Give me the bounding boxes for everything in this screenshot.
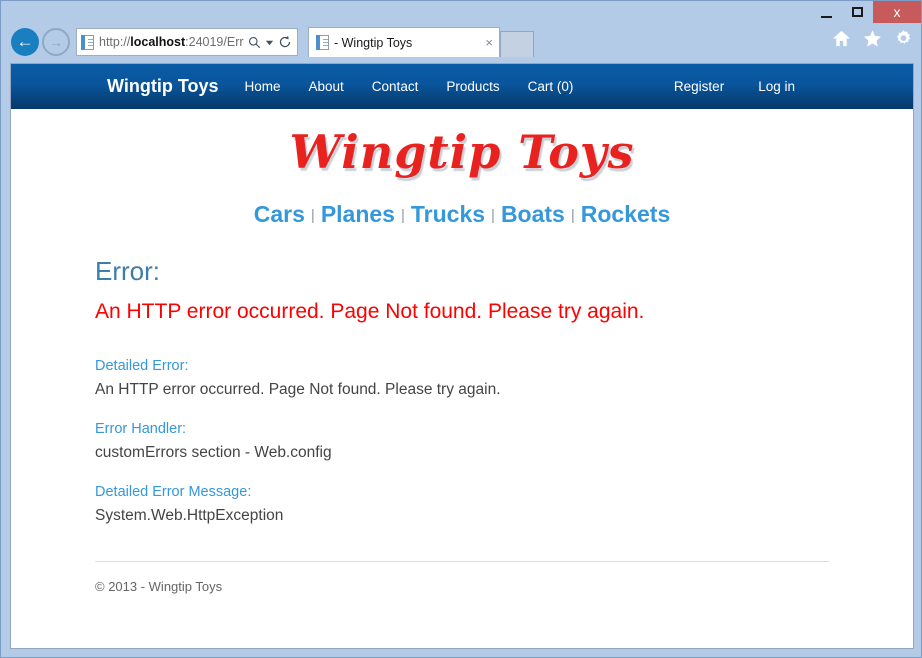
nav-link-register[interactable]: Register: [674, 79, 724, 94]
minimize-button[interactable]: [811, 1, 842, 23]
category-separator: |: [488, 207, 498, 224]
detail-value: An HTTP error occurred. Page Not found. …: [95, 381, 829, 399]
maximize-icon: [852, 7, 863, 17]
category-link-trucks[interactable]: Trucks: [408, 201, 488, 227]
nav-link-about[interactable]: About: [309, 79, 344, 94]
settings-gear-icon[interactable]: [894, 29, 913, 48]
tab-close-icon[interactable]: ×: [481, 35, 493, 50]
url-text: http://localhost:24019/Err: [99, 35, 246, 49]
site-nav-right: Register Log in: [640, 79, 795, 94]
site-brand[interactable]: Wingtip Toys: [107, 76, 219, 97]
page-document-icon: [81, 35, 94, 50]
site-logo: Wingtip Toys: [11, 125, 913, 179]
refresh-icon[interactable]: [276, 35, 294, 49]
footer-divider: [95, 561, 829, 562]
nav-link-products[interactable]: Products: [446, 79, 499, 94]
browser-window: x ← → http://localhost:24019/Err: [0, 0, 922, 658]
category-separator: |: [308, 207, 318, 224]
detail-value: System.Web.HttpException: [95, 507, 829, 525]
category-link-planes[interactable]: Planes: [318, 201, 398, 227]
browser-toolbar-icons: [832, 29, 913, 48]
tab-wingtip-toys[interactable]: - Wingtip Toys ×: [308, 27, 500, 57]
title-bar: x: [1, 1, 921, 23]
tab-strip: - Wingtip Toys ×: [308, 27, 921, 57]
forward-button[interactable]: →: [42, 28, 70, 56]
favorites-star-icon[interactable]: [863, 29, 882, 48]
close-window-button[interactable]: x: [873, 1, 921, 23]
chevron-down-icon[interactable]: [263, 38, 276, 47]
browser-toolbar: ← → http://localhost:24019/Err: [1, 23, 921, 61]
page-content: Wingtip Toys Cars | Planes | Trucks | Bo…: [11, 125, 913, 594]
detail-label: Error Handler:: [95, 421, 829, 437]
close-icon: x: [894, 5, 901, 19]
nav-link-contact[interactable]: Contact: [372, 79, 419, 94]
category-separator: |: [568, 207, 578, 224]
error-message: An HTTP error occurred. Page Not found. …: [95, 300, 829, 324]
detail-block-detailed-error-message: Detailed Error Message: System.Web.HttpE…: [95, 484, 829, 525]
error-heading: Error:: [95, 256, 829, 287]
nav-link-cart[interactable]: Cart (0): [528, 79, 574, 94]
nav-link-login[interactable]: Log in: [758, 79, 795, 94]
detail-label: Detailed Error:: [95, 358, 829, 374]
error-area: Error: An HTTP error occurred. Page Not …: [95, 256, 829, 525]
tab-title: - Wingtip Toys: [334, 36, 481, 50]
maximize-button[interactable]: [842, 1, 873, 23]
page-viewport: Wingtip Toys Home About Contact Products…: [10, 63, 914, 649]
back-button[interactable]: ←: [11, 28, 39, 56]
category-links: Cars | Planes | Trucks | Boats | Rockets: [11, 201, 913, 228]
footer-copyright: © 2013 - Wingtip Toys: [95, 579, 829, 594]
detail-block-detailed-error: Detailed Error: An HTTP error occurred. …: [95, 358, 829, 399]
address-bar[interactable]: http://localhost:24019/Err: [76, 28, 298, 56]
back-arrow-icon: ←: [17, 32, 34, 52]
detail-value: customErrors section - Web.config: [95, 444, 829, 462]
detail-label: Detailed Error Message:: [95, 484, 829, 500]
category-link-boats[interactable]: Boats: [498, 201, 568, 227]
forward-arrow-icon: →: [49, 34, 63, 50]
category-separator: |: [398, 207, 408, 224]
tab-page-icon: [316, 35, 329, 50]
window-controls: x: [811, 1, 921, 23]
site-navigation-bar: Wingtip Toys Home About Contact Products…: [11, 64, 913, 109]
category-link-cars[interactable]: Cars: [251, 201, 308, 227]
home-icon[interactable]: [832, 29, 851, 48]
search-icon[interactable]: [246, 36, 263, 49]
detail-block-error-handler: Error Handler: customErrors section - We…: [95, 421, 829, 462]
nav-link-home[interactable]: Home: [245, 79, 281, 94]
new-tab-button[interactable]: [500, 31, 534, 57]
minimize-icon: [821, 16, 832, 18]
category-link-rockets[interactable]: Rockets: [578, 201, 673, 227]
